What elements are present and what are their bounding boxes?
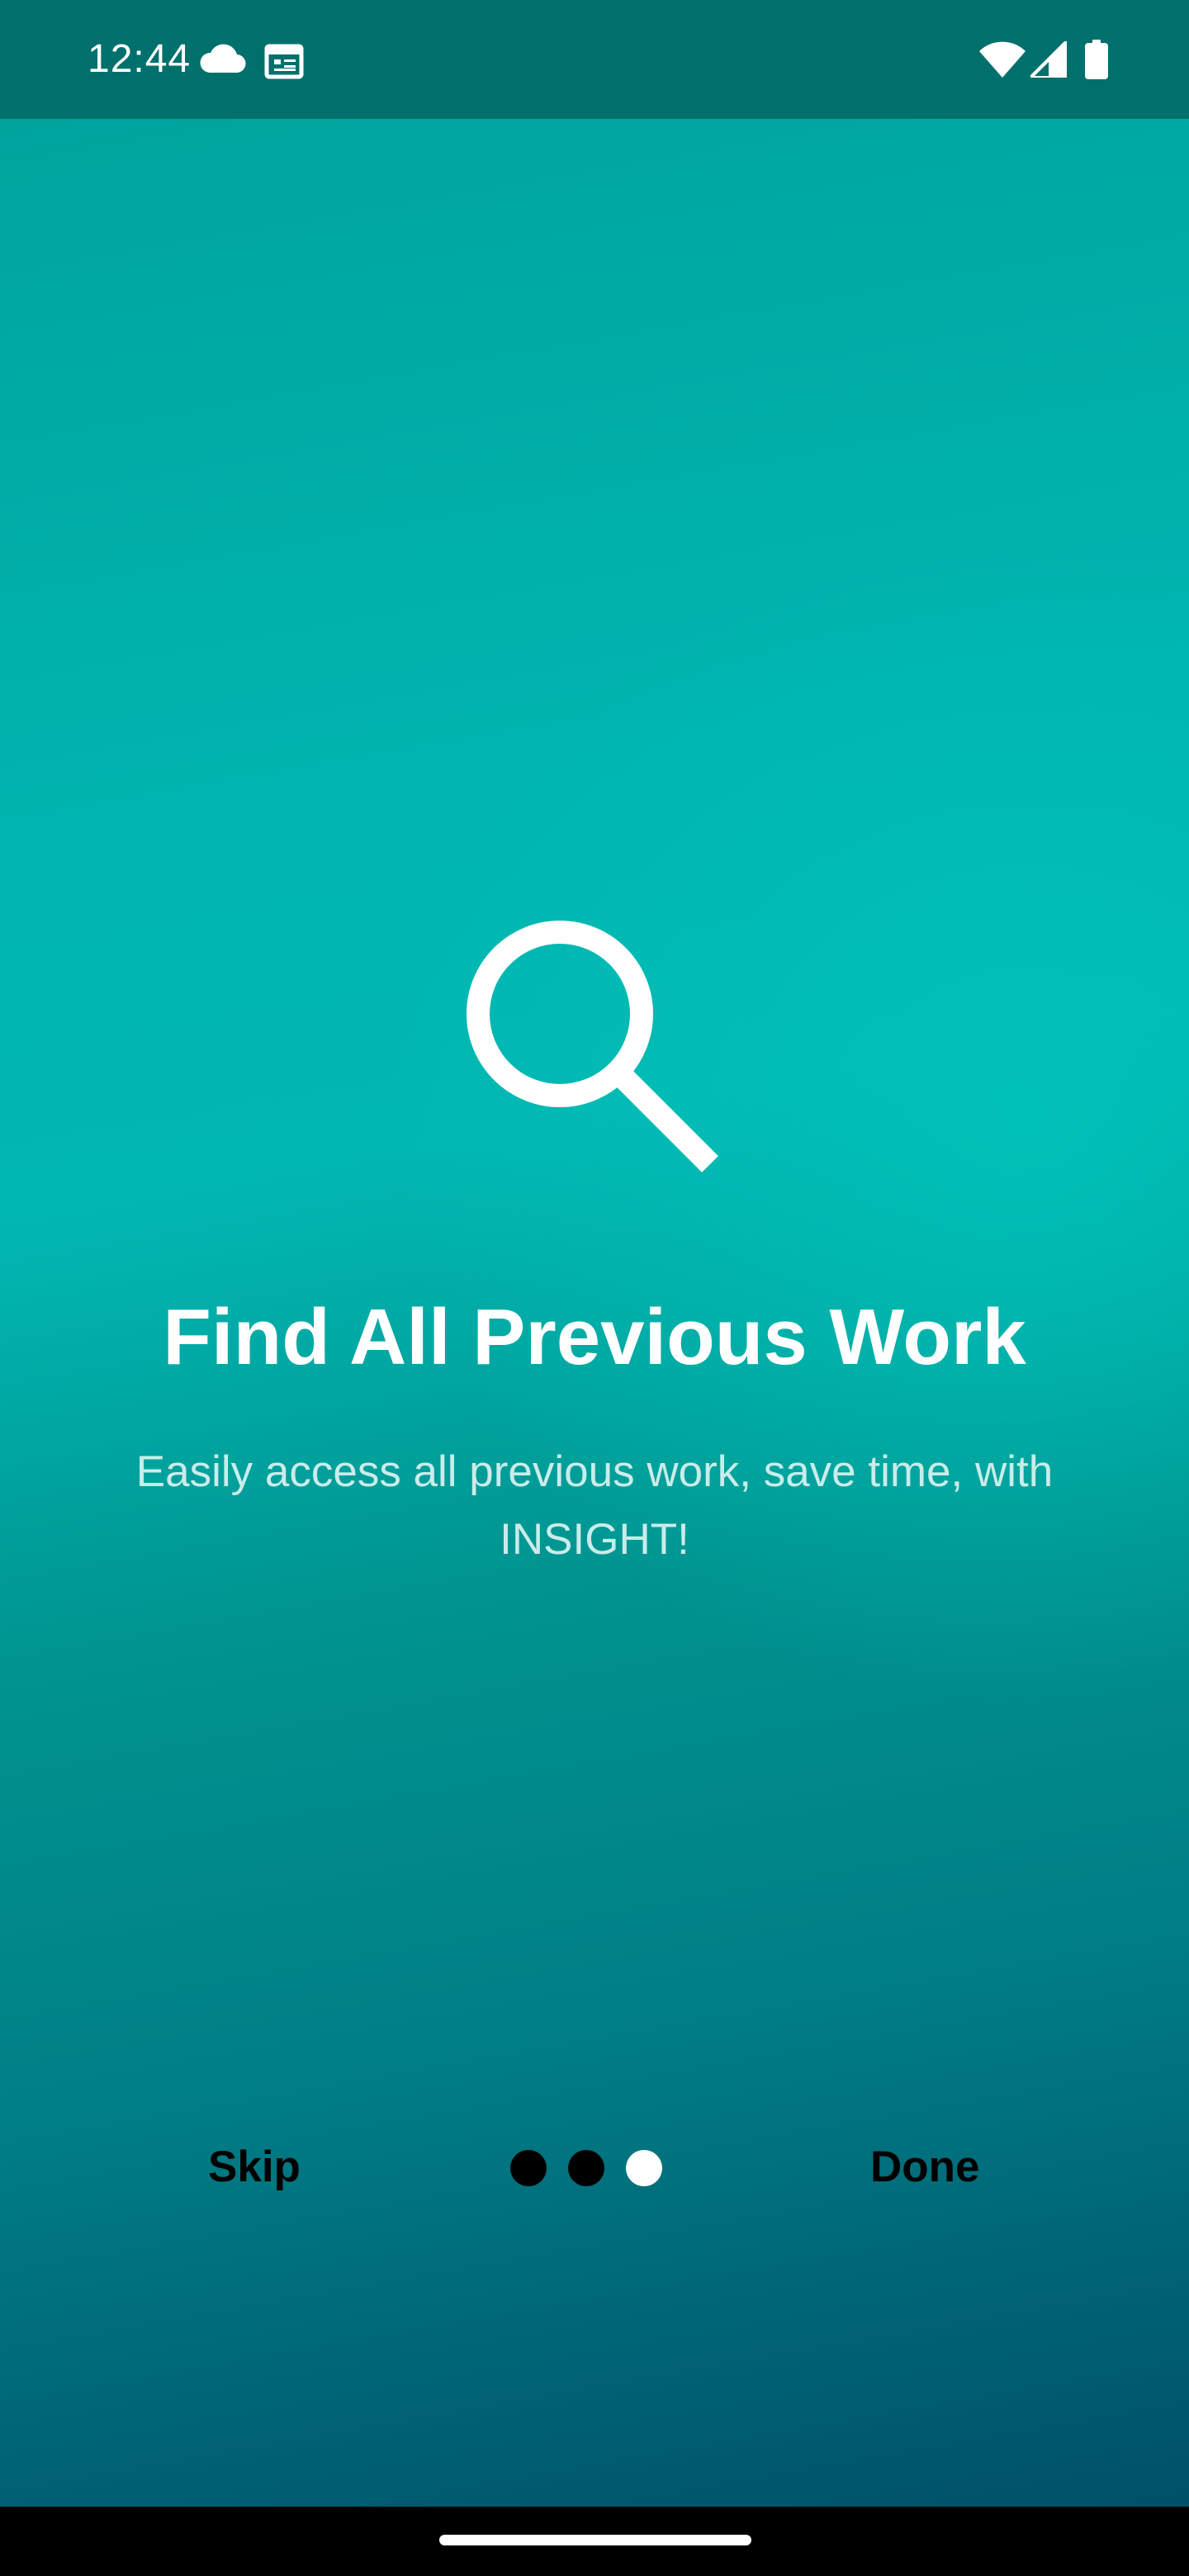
page-dot-3[interactable] [626,2150,662,2186]
signal-icon [1030,41,1067,78]
page-title: Find All Previous Work [163,1293,1026,1381]
wifi-icon [979,41,1026,78]
skip-button[interactable]: Skip [208,2138,301,2196]
calendar-icon [264,44,304,79]
status-time: 12:44 [88,37,192,81]
page-dot-2[interactable] [568,2150,604,2186]
search-icon [467,921,718,1172]
battery-icon [1085,40,1108,79]
status-bar: 12:44 [0,0,1189,119]
page-subtitle: Easily access all previous work, save ti… [135,1447,1054,1564]
page-dot-1[interactable] [510,2150,547,2186]
done-button[interactable]: Done [870,2138,980,2196]
cloud-icon [200,44,246,73]
system-navigation-bar [0,2507,1189,2576]
home-gesture-handle[interactable] [439,2535,751,2545]
onboarding-screen: 12:44 Find All Previous Work Easily acce… [0,0,1189,2507]
